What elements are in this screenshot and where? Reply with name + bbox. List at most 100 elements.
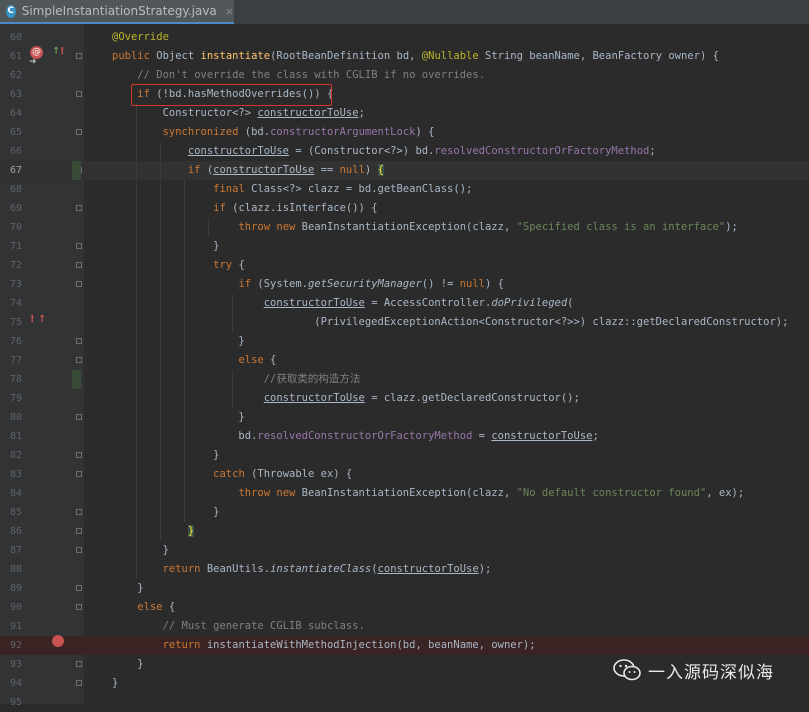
vcs-change-marker[interactable] [72,370,81,389]
code-line[interactable]: 85 } [0,503,809,522]
line-number[interactable]: 72 [0,256,22,275]
code-line[interactable]: 67 if (constructorToUse == null) { [0,161,809,180]
code-line[interactable]: 80 } [0,408,809,427]
vcs-change-marker[interactable] [72,161,81,180]
code-line[interactable]: 72 try { [0,256,809,275]
line-number[interactable]: 83 [0,465,22,484]
line-number[interactable]: 61 [0,47,22,66]
fold-marker-icon[interactable] [76,357,82,363]
code-line[interactable]: 88 return BeanUtils.instantiateClass(con… [0,560,809,579]
line-number[interactable]: 91 [0,617,22,636]
code-line[interactable]: 60 @Override [0,28,809,47]
code-line[interactable]: 69 if (clazz.isInterface()) { [0,199,809,218]
line-number[interactable]: 93 [0,655,22,674]
line-number[interactable]: 82 [0,446,22,465]
code-line[interactable]: 68 final Class<?> clazz = bd.getBeanClas… [0,180,809,199]
code-line[interactable]: 78 //获取类的构造方法 [0,370,809,389]
code-line[interactable]: 65 synchronized (bd.constructorArgumentL… [0,123,809,142]
code-line[interactable]: 70 throw new BeanInstantiationException(… [0,218,809,237]
code-line[interactable]: 90 else { [0,598,809,617]
fold-marker-icon[interactable] [76,129,82,135]
code-line[interactable]: 77 else { [0,351,809,370]
fold-marker-icon[interactable] [76,452,82,458]
fold-marker-icon[interactable] [76,547,82,553]
line-number[interactable]: 80 [0,408,22,427]
code-line[interactable]: 75 (PrivilegedExceptionAction<Constructo… [0,313,809,332]
code-line[interactable]: 63 if (!bd.hasMethodOverrides()) { [0,85,809,104]
fold-marker-icon[interactable] [76,661,82,667]
line-number[interactable]: 84 [0,484,22,503]
close-icon[interactable]: × [225,5,234,18]
fold-marker-icon[interactable] [76,338,82,344]
fold-marker-icon[interactable] [76,585,82,591]
fold-marker-icon[interactable] [76,528,82,534]
fold-marker-icon[interactable] [76,471,82,477]
code-line[interactable]: 66 constructorToUse = (Constructor<?>) b… [0,142,809,161]
line-number[interactable]: 86 [0,522,22,541]
code-line[interactable]: 82 } [0,446,809,465]
code-line[interactable]: 76 } [0,332,809,351]
breakpoint-icon[interactable] [52,635,64,647]
line-number[interactable]: 63 [0,85,22,104]
line-number[interactable]: 71 [0,237,22,256]
line-number[interactable]: 75 [0,313,22,332]
line-number[interactable]: 68 [0,180,22,199]
line-number[interactable]: 64 [0,104,22,123]
code-line[interactable]: 62 // Don't override the class with CGLI… [0,66,809,85]
line-number[interactable]: 85 [0,503,22,522]
code-line[interactable]: 61 public Object instantiate(RootBeanDefi… [0,47,809,66]
code-line[interactable]: 73 if (System.getSecurityManager() != nu… [0,275,809,294]
code-line[interactable]: 79 constructorToUse = clazz.getDeclaredC… [0,389,809,408]
fold-marker-icon[interactable] [76,414,82,420]
line-number[interactable]: 92 [0,636,22,655]
code-token: instantiate [200,50,271,62]
line-number[interactable]: 73 [0,275,22,294]
code-line[interactable]: 83 catch (Throwable ex) { [0,465,809,484]
fold-marker-icon[interactable] [76,604,82,610]
line-number[interactable]: 74 [0,294,22,313]
code-line[interactable]: 84 throw new BeanInstantiationException(… [0,484,809,503]
line-number[interactable]: 60 [0,28,22,47]
line-number[interactable]: 78 [0,370,22,389]
fold-marker-icon[interactable] [76,262,82,268]
code-line[interactable]: 87 } [0,541,809,560]
line-number[interactable]: 69 [0,199,22,218]
line-number[interactable]: 94 [0,674,22,693]
code-token: } [112,658,144,670]
line-number[interactable]: 90 [0,598,22,617]
line-number[interactable]: 95 [0,693,22,712]
fold-marker-icon[interactable] [76,680,82,686]
line-number[interactable]: 62 [0,66,22,85]
code-line[interactable]: 86 } [0,522,809,541]
code-line[interactable]: 95 [0,693,809,712]
fold-marker-icon[interactable] [76,281,82,287]
fold-marker-icon[interactable] [76,53,82,59]
line-number[interactable]: 79 [0,389,22,408]
line-number[interactable]: 77 [0,351,22,370]
code-line[interactable]: 89 } [0,579,809,598]
line-number[interactable]: 87 [0,541,22,560]
fold-marker-icon[interactable] [76,205,82,211]
line-number[interactable]: 81 [0,427,22,446]
code-line[interactable]: 91 // Must generate CGLIB subclass. [0,617,809,636]
code-line[interactable]: 74 constructorToUse = AccessController.d… [0,294,809,313]
code-line[interactable]: 64 Constructor<?> constructorToUse; [0,104,809,123]
line-number[interactable]: 88 [0,560,22,579]
indent-guide [160,142,161,541]
fold-marker-icon[interactable] [76,243,82,249]
line-number[interactable]: 76 [0,332,22,351]
code-line[interactable]: 81 bd.resolvedConstructorOrFactoryMethod… [0,427,809,446]
code-line[interactable]: 71 } [0,237,809,256]
line-number[interactable]: 67 [0,161,22,180]
fold-marker-icon[interactable] [76,91,82,97]
line-number[interactable]: 89 [0,579,22,598]
line-number[interactable]: 70 [0,218,22,237]
code-text: throw new BeanInstantiationException(cla… [112,484,744,503]
exception-marker-icon[interactable]: ! [30,314,35,325]
line-number[interactable]: 66 [0,142,22,161]
code-token: Class<?> clazz = bd.getBeanClass(); [251,183,473,195]
code-text: constructorToUse = AccessController.doPr… [112,294,574,313]
line-number[interactable]: 65 [0,123,22,142]
tab-simple-instantiation-strategy[interactable]: C SimpleInstantiationStrategy.java × [0,0,234,24]
fold-marker-icon[interactable] [76,509,82,515]
